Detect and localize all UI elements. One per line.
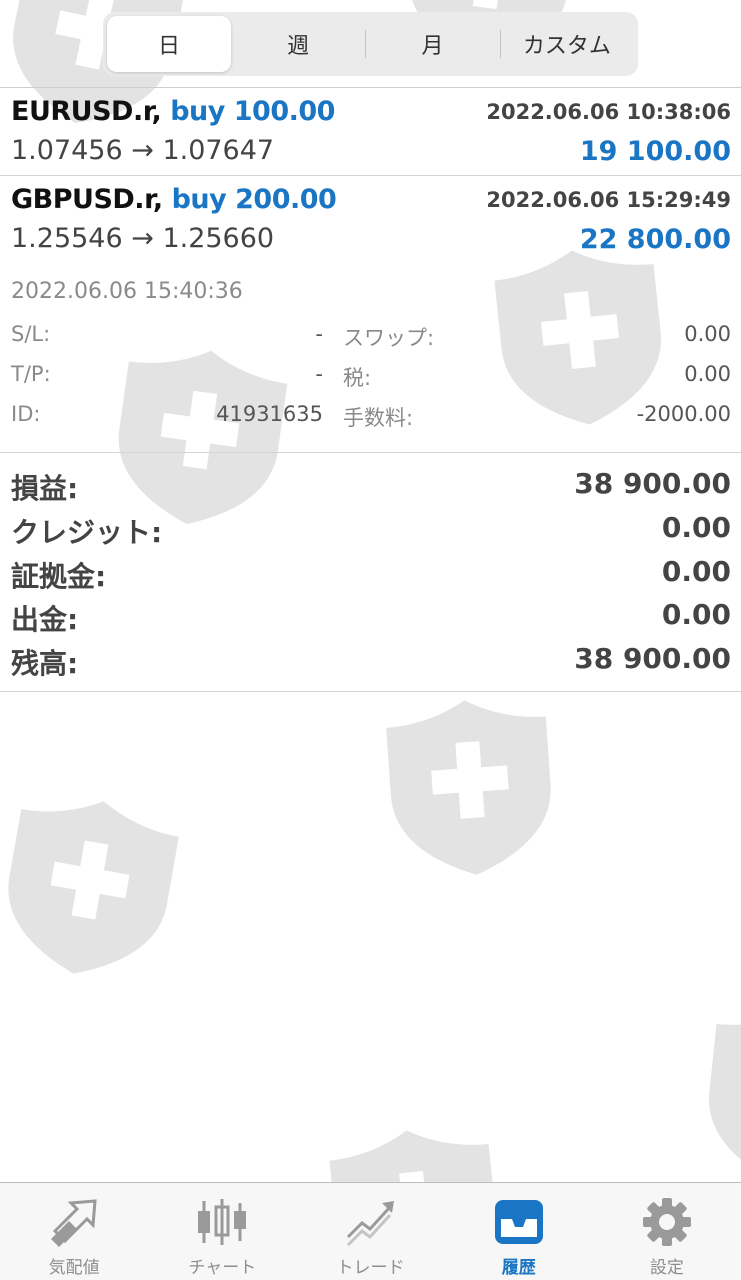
trade-profit: 22 800.00	[579, 224, 731, 255]
tab-label: 気配値	[48, 1258, 100, 1278]
settings-icon	[642, 1198, 691, 1246]
trade-icon	[346, 1201, 394, 1247]
tab-label: 履歴	[501, 1258, 536, 1278]
summary-value: 38 900.00	[574, 642, 731, 675]
summary-row-profit: 損益: 38 900.00	[11, 467, 731, 507]
tab-quotes[interactable]: 気配値	[0, 1183, 148, 1280]
sl-value: -	[315, 322, 323, 346]
sl-label: S/L:	[11, 322, 51, 346]
trade-open-time: 2022.06.06 10:38:06	[486, 100, 731, 124]
trade-row[interactable]: EURUSD.r, buy 100.00 2022.06.06 10:38:06…	[0, 88, 741, 176]
trade-open-time: 2022.06.06 15:29:49	[486, 188, 731, 212]
tp-value: -	[315, 362, 323, 386]
segment-month[interactable]: 月	[365, 16, 499, 72]
bottom-tab-bar: 気配値 チャート トレード 履歴 設定	[0, 1182, 741, 1280]
summary-label: 損益:	[11, 472, 79, 505]
summary-value: 0.00	[661, 511, 731, 544]
tp-label: T/P:	[11, 362, 51, 386]
tax-value: 0.00	[684, 362, 731, 386]
summary-label: クレジット:	[11, 516, 163, 549]
trade-symbol: EURUSD.r,	[11, 96, 162, 127]
tab-trade[interactable]: トレード	[296, 1183, 444, 1280]
commission-label: 手数料:	[343, 406, 414, 430]
tax-label: 税:	[343, 366, 372, 390]
id-value: 41931635	[216, 402, 323, 426]
swap-value: 0.00	[684, 322, 731, 346]
chart-icon	[198, 1199, 247, 1245]
segment-custom[interactable]: カスタム	[499, 16, 634, 72]
summary-label: 残高:	[11, 647, 79, 680]
trade-row-expanded[interactable]: GBPUSD.r, buy 200.00 2022.06.06 15:29:49…	[0, 176, 741, 453]
summary-row-credit: クレジット: 0.00	[11, 511, 731, 551]
id-label: ID:	[11, 402, 41, 426]
summary-row-withdrawal: 出金: 0.00	[11, 598, 731, 638]
period-segmented-control: 日 週 月 カスタム	[103, 12, 638, 76]
trade-symbol-line: EURUSD.r, buy 100.00	[11, 96, 335, 127]
summary-value: 38 900.00	[574, 467, 731, 500]
swap-label: スワップ:	[343, 326, 435, 350]
summary-label: 出金:	[11, 603, 79, 636]
summary-row-balance: 残高: 38 900.00	[11, 642, 731, 682]
summary-value: 0.00	[661, 555, 731, 588]
tab-label: トレード	[336, 1258, 405, 1278]
trade-symbol: GBPUSD.r,	[11, 184, 163, 215]
tab-settings[interactable]: 設定	[593, 1183, 741, 1280]
segment-day[interactable]: 日	[107, 16, 231, 72]
quotes-icon	[51, 1199, 97, 1247]
account-summary: 損益: 38 900.00 クレジット: 0.00 証拠金: 0.00 出金: …	[0, 453, 741, 692]
summary-value: 0.00	[661, 598, 731, 631]
summary-label: 証拠金:	[11, 560, 107, 593]
trade-close-time: 2022.06.06 15:40:36	[11, 279, 243, 304]
history-icon	[494, 1200, 543, 1244]
tab-history[interactable]: 履歴	[445, 1183, 593, 1280]
commission-value: -2000.00	[636, 402, 731, 426]
period-selector-bar: 日 週 月 カスタム	[0, 0, 741, 88]
tab-label: チャート	[188, 1258, 257, 1278]
trade-prices: 1.25546 → 1.25660	[11, 223, 275, 254]
summary-row-margin: 証拠金: 0.00	[11, 555, 731, 595]
trade-prices: 1.07456 → 1.07647	[11, 135, 275, 166]
trade-direction: buy 100.00	[170, 96, 335, 127]
trade-profit: 19 100.00	[579, 136, 731, 167]
tab-label: 設定	[649, 1258, 684, 1278]
tab-chart[interactable]: チャート	[148, 1183, 296, 1280]
segment-week[interactable]: 週	[231, 16, 365, 72]
trade-symbol-line: GBPUSD.r, buy 200.00	[11, 184, 337, 215]
trade-direction: buy 200.00	[171, 184, 337, 215]
